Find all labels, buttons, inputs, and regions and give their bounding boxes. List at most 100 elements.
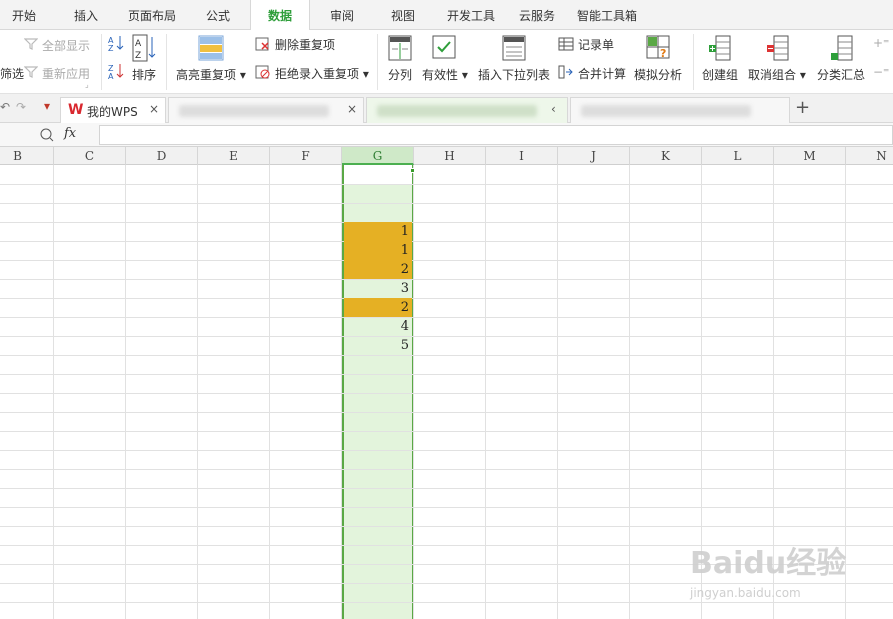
column-header-c[interactable]: C — [54, 147, 126, 165]
what-if-analysis-icon[interactable]: ? — [646, 35, 672, 64]
new-tab-button[interactable]: + — [795, 97, 810, 118]
highlight-duplicates-icon[interactable] — [198, 35, 224, 64]
column-gridline — [269, 165, 270, 619]
quick-access-dropdown-icon[interactable]: ▾ — [44, 99, 50, 113]
tab-developer[interactable]: 开发工具 — [440, 0, 502, 30]
column-gridline — [125, 165, 126, 619]
tab-data[interactable]: 数据 — [250, 0, 310, 31]
tab-insert[interactable]: 插入 — [62, 0, 110, 30]
remove-duplicates-button[interactable]: 删除重复项 — [275, 36, 335, 53]
highlight-duplicates-button[interactable]: 高亮重复项 ▾ — [176, 66, 246, 83]
show-all-button[interactable]: 全部显示 — [42, 37, 90, 54]
cell-g[interactable]: 1 — [344, 222, 412, 241]
cell-g[interactable]: 2 — [344, 260, 412, 279]
column-header-f[interactable]: F — [270, 147, 342, 165]
row-gridline — [0, 203, 893, 204]
column-header-h[interactable]: H — [414, 147, 486, 165]
row-gridline — [0, 317, 893, 318]
sort-icon[interactable]: AZ — [132, 34, 158, 65]
doc-tab-my-wps[interactable]: W 我的WPS × — [60, 97, 166, 123]
doc-tab-active[interactable]: ‹ — [366, 97, 568, 123]
active-cell[interactable] — [344, 165, 412, 184]
column-header-d[interactable]: D — [126, 147, 198, 165]
column-gridline — [413, 165, 414, 619]
split-button[interactable]: 分列 — [388, 66, 412, 83]
show-detail-icon[interactable]: +⁼ — [873, 36, 889, 50]
column-header-n[interactable]: N — [846, 147, 893, 165]
row-gridline — [0, 241, 893, 242]
close-tab-icon[interactable]: × — [347, 102, 357, 116]
tab-page-layout[interactable]: 页面布局 — [120, 0, 184, 30]
formula-bar: fx — [0, 123, 893, 147]
reapply-filter-icon — [23, 66, 39, 81]
ungroup-button[interactable]: 取消组合 ▾ — [748, 66, 806, 83]
tab-smart-tools[interactable]: 智能工具箱 — [574, 0, 640, 30]
reapply-button[interactable]: 重新应用 — [42, 65, 90, 82]
row-gridline — [0, 374, 893, 375]
column-header-l[interactable]: L — [702, 147, 774, 165]
dialog-launcher-icon[interactable]: ⌟ — [85, 80, 89, 89]
tab-formulas[interactable]: 公式 — [196, 0, 240, 30]
tab-review[interactable]: 审阅 — [320, 0, 364, 30]
undo-icon[interactable]: ↶ — [0, 100, 10, 114]
cell-g[interactable]: 2 — [344, 298, 412, 317]
validity-button[interactable]: 有效性 ▾ — [422, 66, 468, 83]
cell-g[interactable]: 3 — [344, 279, 412, 298]
baidu-watermark-url: jingyan.baidu.com — [690, 586, 801, 600]
spreadsheet-window: 开始 插入 页面布局 公式 数据 审阅 视图 开发工具 云服务 智能工具箱 全部… — [0, 0, 893, 619]
doc-tab-2[interactable]: × — [168, 97, 364, 123]
cell-g[interactable] — [344, 203, 412, 222]
reject-duplicates-button[interactable]: 拒绝录入重复项 ▾ — [275, 65, 369, 82]
insert-function-button[interactable]: fx — [64, 126, 76, 141]
menu-bar: 开始 插入 页面布局 公式 数据 审阅 视图 开发工具 云服务 智能工具箱 — [0, 0, 893, 31]
zoom-formula-icon[interactable] — [40, 128, 54, 145]
wps-logo-icon: W — [68, 102, 84, 118]
cell-g[interactable] — [344, 184, 412, 203]
fill-handle[interactable] — [410, 168, 415, 173]
close-tab-icon[interactable]: × — [149, 102, 159, 116]
cell-g[interactable]: 5 — [344, 336, 412, 355]
scroll-tabs-left-icon[interactable]: ‹ — [551, 102, 556, 116]
insert-dropdown-list-icon[interactable] — [502, 35, 526, 64]
row-gridline — [0, 184, 893, 185]
cell-g[interactable]: 1 — [344, 241, 412, 260]
data-validity-icon[interactable] — [432, 35, 456, 64]
column-header-g[interactable]: G — [342, 147, 414, 165]
ribbon-data: 全部显示 重新应用 筛选 ⌟ AZ ZA AZ 排序 高亮重复项 ▾ 删除重复项 — [0, 30, 893, 94]
svg-text:A: A — [108, 72, 114, 80]
doc-tab-label: 我的WPS — [87, 105, 138, 119]
filter-button[interactable]: 筛选 — [0, 65, 24, 82]
baidu-watermark: Baidu经验 — [690, 546, 847, 581]
row-gridline — [0, 469, 893, 470]
subtotal-icon[interactable] — [830, 35, 854, 64]
ungroup-icon[interactable] — [766, 35, 790, 64]
create-group-button[interactable]: 创建组 — [702, 66, 738, 83]
column-gridline — [341, 165, 342, 619]
what-if-button[interactable]: 模拟分析 — [634, 66, 682, 83]
column-header-i[interactable]: I — [486, 147, 558, 165]
column-header-k[interactable]: K — [630, 147, 702, 165]
tab-cloud[interactable]: 云服务 — [512, 0, 562, 30]
row-gridline — [0, 412, 893, 413]
sort-asc-icon[interactable]: AZ — [108, 34, 124, 55]
column-header-m[interactable]: M — [774, 147, 846, 165]
formula-input[interactable] — [99, 125, 893, 145]
column-header-b[interactable]: B — [0, 147, 54, 165]
column-header-j[interactable]: J — [558, 147, 630, 165]
row-gridline — [0, 393, 893, 394]
subtotal-button[interactable]: 分类汇总 — [817, 66, 865, 83]
sort-button[interactable]: 排序 — [132, 66, 156, 83]
split-column-icon[interactable] — [388, 35, 412, 64]
record-form-button[interactable]: 记录单 — [578, 36, 614, 53]
redo-icon[interactable]: ↷ — [16, 100, 26, 114]
doc-tab-4[interactable] — [570, 97, 790, 123]
insert-dropdown-button[interactable]: 插入下拉列表 — [478, 66, 550, 83]
tab-view[interactable]: 视图 — [380, 0, 426, 30]
tab-home[interactable]: 开始 — [0, 0, 48, 30]
create-group-icon[interactable] — [708, 35, 732, 64]
consolidate-button[interactable]: 合并计算 — [578, 65, 626, 82]
sort-desc-icon[interactable]: ZA — [108, 62, 124, 83]
hide-detail-icon[interactable]: −⁼ — [873, 65, 889, 79]
cell-g[interactable]: 4 — [344, 317, 412, 336]
column-header-e[interactable]: E — [198, 147, 270, 165]
